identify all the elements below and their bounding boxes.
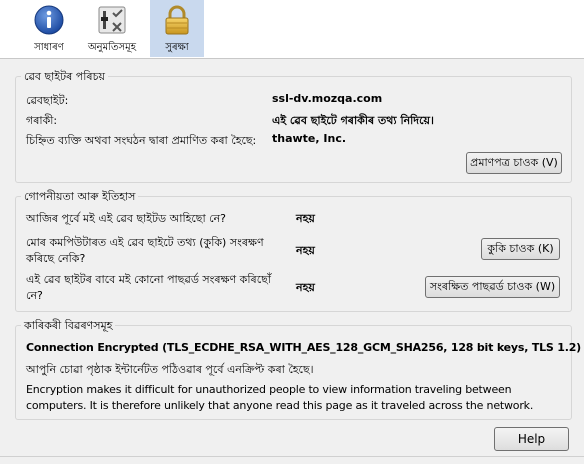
verifier-label: চিহ্নিত ব্যক্তি অথবা সংঘঠন দ্বাৰা প্ৰমাণ… bbox=[26, 134, 257, 147]
tab-permissions[interactable]: অনুমতিসমূহ bbox=[80, 0, 144, 57]
permissions-icon bbox=[98, 6, 126, 34]
identity-legend: ৱেব ছাইটৰ পৰিচয় bbox=[21, 68, 109, 87]
lock-icon bbox=[165, 5, 189, 35]
website-label: ৱেবছাইট: bbox=[26, 94, 69, 107]
visited-answer: নহয় bbox=[296, 212, 315, 225]
help-button[interactable]: Help bbox=[494, 427, 569, 451]
cookies-question-line2: কৰিছে নেকি? bbox=[26, 252, 86, 265]
identity-section: ৱেব ছাইটৰ পৰিচয় ৱেবছাইট: ssl-dv.mozqa.c… bbox=[15, 68, 572, 183]
explanation-line2: computers. It is therefore unlikely that… bbox=[26, 399, 534, 412]
visited-question: আজিৰ পূৰ্বে মই এই ৱেব ছাইটড আহিছো নে? bbox=[26, 212, 227, 225]
encrypted-note: আপুনি চোৱা পৃষ্ঠাক ইন্টাৰ্নেটত পঠিওৱাৰ প… bbox=[26, 363, 314, 376]
page-toolbar: সাধাৰণ অনুমতিসমূহ সুৰক্ষা bbox=[0, 0, 584, 59]
technical-section: কাৰিকৰী বিৱৰণসমূহ Connection Encrypted (… bbox=[15, 317, 581, 420]
tab-general-label: সাধাৰণ bbox=[34, 42, 64, 53]
tab-security-label: সুৰক্ষা bbox=[165, 42, 189, 53]
view-cookies-button[interactable]: কুকি চাওক (K) bbox=[481, 238, 560, 260]
tab-general[interactable]: সাধাৰণ bbox=[24, 0, 74, 57]
technical-legend: কাৰিকৰী বিৱৰণসমূহ bbox=[21, 317, 116, 336]
passwords-answer: নহয় bbox=[296, 281, 315, 294]
tab-permissions-label: অনুমতিসমূহ bbox=[88, 42, 136, 53]
bottom-divider bbox=[0, 456, 584, 457]
passwords-question-line2: নে? bbox=[26, 289, 43, 302]
owner-value: এই ৱেব ছাইটে গৰাকীৰ তথ্য নিদিয়ে। bbox=[272, 114, 434, 127]
info-icon bbox=[34, 5, 64, 35]
cookies-answer: নহয় bbox=[296, 244, 315, 257]
view-certificate-button[interactable]: প্ৰমাণপত্ৰ চাওক (V) bbox=[466, 152, 562, 174]
owner-label: গৰাকী: bbox=[26, 114, 58, 127]
verifier-value: thawte, Inc. bbox=[272, 132, 347, 145]
website-value: ssl-dv.mozqa.com bbox=[272, 92, 383, 105]
tab-security[interactable]: সুৰক্ষা bbox=[150, 0, 204, 57]
view-saved-passwords-button[interactable]: সংৰক্ষিত পাছৱৰ্ড চাওক (W) bbox=[425, 276, 560, 298]
privacy-legend: গোপনীয়তা আৰু ইতিহাস bbox=[21, 188, 139, 207]
explanation-line1: Encryption makes it difficult for unauth… bbox=[26, 383, 512, 396]
connection-status: Connection Encrypted (TLS_ECDHE_RSA_WITH… bbox=[26, 341, 581, 354]
privacy-section: গোপনীয়তা আৰু ইতিহাস আজিৰ পূৰ্বে মই এই ৱ… bbox=[15, 188, 572, 312]
passwords-question-line1: এই ৱেব ছাইটৰ বাবে মই কোনো পাছৱৰ্ড সংৰক্ষ… bbox=[26, 273, 271, 286]
